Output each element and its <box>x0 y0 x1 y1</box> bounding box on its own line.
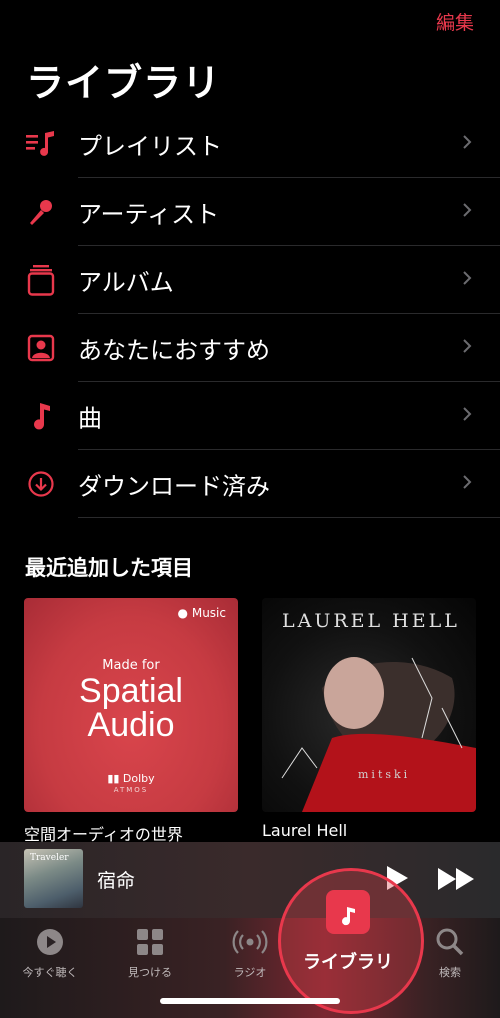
menu-item-label: あなたにおすすめ <box>78 336 270 365</box>
menu-item-songs[interactable]: 曲 <box>0 382 500 450</box>
art-made-for: Made for <box>102 658 160 673</box>
tab-listen-now[interactable]: 今すぐ聴く <box>5 926 95 980</box>
dolby-logo: ▮▮ Dolby <box>24 772 238 785</box>
tab-label: ライブラリ <box>303 952 393 973</box>
mini-player[interactable]: Traveler 宿命 <box>0 842 500 918</box>
apple-logo-icon: ● <box>177 606 189 620</box>
divider <box>78 517 500 518</box>
menu-item-label: 曲 <box>78 404 102 433</box>
chevron-right-icon <box>462 202 472 222</box>
edit-button[interactable]: 編集 <box>436 8 474 35</box>
album-art: LAUREL HELL mitski <box>262 598 476 812</box>
tab-library[interactable]: ライブラリ <box>278 890 418 974</box>
tab-label: 見つける <box>128 966 172 979</box>
chevron-right-icon <box>462 134 472 154</box>
album-card[interactable]: LAUREL HELL mitski Laurel Hell <box>262 598 476 840</box>
menu-item-for-you[interactable]: あなたにおすすめ <box>0 314 500 382</box>
download-circle-icon <box>24 467 58 501</box>
menu-item-downloaded[interactable]: ダウンロード済み <box>0 450 500 518</box>
menu-item-label: ダウンロード済み <box>78 472 270 501</box>
album-art: ● Music Made for Spatial Audio ▮▮ Dolby A… <box>24 598 238 812</box>
chevron-right-icon <box>462 270 472 290</box>
dolby-icon: ▮▮ <box>107 772 120 785</box>
music-note-icon <box>24 399 58 433</box>
album-icon <box>24 263 58 297</box>
playlist-icon <box>24 127 58 161</box>
library-icon <box>326 890 370 934</box>
home-indicator <box>160 998 340 1004</box>
art-title: Spatial Audio <box>24 674 238 742</box>
microphone-icon <box>24 195 58 229</box>
menu-item-label: アルバム <box>78 268 174 297</box>
album-card[interactable]: ● Music Made for Spatial Audio ▮▮ Dolby A… <box>24 598 238 845</box>
chevron-right-icon <box>462 406 472 426</box>
atmos-text: ATMOS <box>113 786 149 794</box>
menu-item-label: プレイリスト <box>78 132 222 161</box>
section-title: 最近追加した項目 <box>25 556 193 580</box>
chevron-right-icon <box>462 474 472 494</box>
play-circle-icon <box>5 926 95 958</box>
art-artist: mitski <box>358 768 411 781</box>
dolby-text: Dolby <box>122 772 155 785</box>
apple-music-badge: ● Music <box>178 606 226 620</box>
library-menu: プレイリスト アーティスト アルバム あなたにおすすめ 曲 ダウンロード済み <box>0 110 500 518</box>
menu-item-albums[interactable]: アルバム <box>0 246 500 314</box>
menu-item-playlists[interactable]: プレイリスト <box>0 110 500 178</box>
chevron-right-icon <box>462 338 472 358</box>
now-playing-art: Traveler <box>24 849 83 908</box>
badge-text: Music <box>191 606 226 620</box>
tab-browse[interactable]: 見つける <box>105 926 195 980</box>
art-text: Traveler <box>30 853 69 863</box>
person-square-icon <box>24 331 58 365</box>
now-playing-title: 宿命 <box>97 870 136 892</box>
fast-forward-icon[interactable] <box>437 866 477 896</box>
album-caption: Laurel Hell <box>262 821 348 840</box>
menu-item-label: アーティスト <box>78 200 220 229</box>
menu-item-artists[interactable]: アーティスト <box>0 178 500 246</box>
art-title: LAUREL HELL <box>282 610 460 632</box>
page-title: ライブラリ <box>26 61 222 105</box>
art-title-line1: Spatial <box>79 672 183 710</box>
art-title-line2: Audio <box>87 706 175 744</box>
tab-label: 今すぐ聴く <box>22 966 78 979</box>
grid-icon <box>105 926 195 958</box>
